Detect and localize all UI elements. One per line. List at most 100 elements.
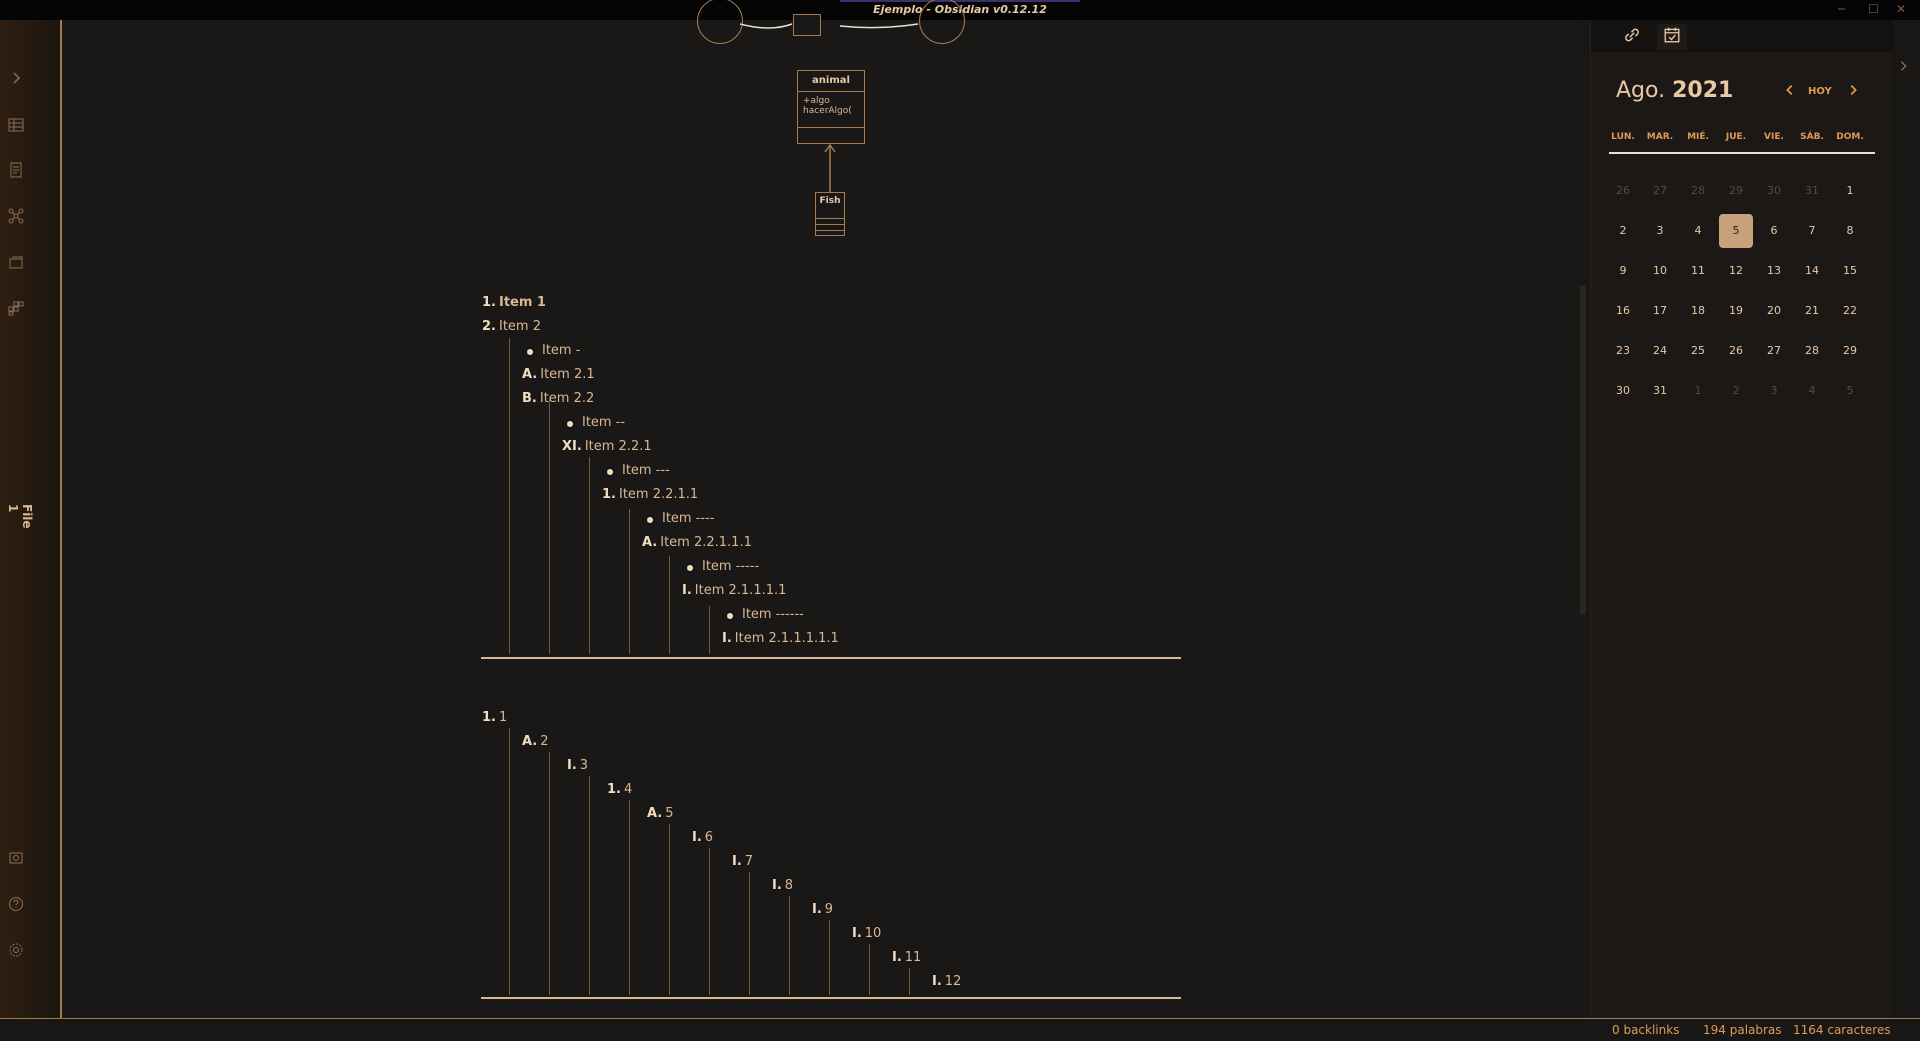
list-item[interactable]: I. 3 — [567, 758, 588, 773]
settings-icon[interactable] — [6, 940, 26, 960]
uml-member: hacerAlgo( — [803, 106, 852, 116]
list-item[interactable]: I. 7 — [732, 854, 753, 869]
calendar-day[interactable]: 1 — [1681, 374, 1715, 408]
calendar-day[interactable]: 5 — [1833, 374, 1867, 408]
plugins-icon[interactable] — [6, 298, 26, 318]
list-item[interactable]: A. 5 — [647, 806, 674, 821]
calendar-day[interactable]: 1 — [1833, 174, 1867, 208]
list-item-text: 7 — [744, 854, 754, 869]
previous-month-button[interactable] — [1783, 82, 1797, 101]
calendar-day[interactable]: 8 — [1833, 214, 1867, 248]
calendar-day[interactable]: 4 — [1681, 214, 1715, 248]
graph-icon[interactable] — [6, 206, 26, 226]
close-button[interactable]: ✕ — [1896, 2, 1906, 16]
list-item[interactable]: A. Item 2.2.1.1.1 — [642, 535, 752, 550]
list-bullet — [527, 349, 533, 355]
list-item[interactable]: Item -- — [582, 415, 625, 430]
calendar-day[interactable]: 27 — [1757, 334, 1791, 368]
calendar-day[interactable]: 27 — [1643, 174, 1677, 208]
list-item[interactable]: Item ------ — [742, 607, 804, 622]
calendar-day[interactable]: 2 — [1719, 374, 1753, 408]
list-item[interactable]: B. Item 2.2 — [522, 391, 594, 406]
calendar-day[interactable]: 23 — [1606, 334, 1640, 368]
calendar-day[interactable]: 25 — [1681, 334, 1715, 368]
list-item[interactable]: I. 12 — [932, 974, 961, 989]
table-icon[interactable] — [6, 115, 26, 135]
next-month-button[interactable] — [1846, 82, 1860, 101]
calendar-day[interactable]: 2 — [1606, 214, 1640, 248]
calendar-day[interactable]: 29 — [1719, 174, 1753, 208]
calendar-day[interactable]: 15 — [1833, 254, 1867, 288]
list-item[interactable]: Item - — [542, 343, 580, 358]
list-item[interactable]: I. 6 — [692, 830, 713, 845]
list-item[interactable]: I. 10 — [852, 926, 881, 941]
list-item[interactable]: I. Item 2.1.1.1.1 — [682, 583, 786, 598]
list-item[interactable]: 1. 4 — [607, 782, 632, 797]
list-item[interactable]: Item --- — [622, 463, 670, 478]
collapse-right-sidebar-icon[interactable] — [1898, 58, 1910, 77]
calendar-day[interactable]: 31 — [1795, 174, 1829, 208]
list-item[interactable]: 1. Item 1 — [482, 295, 546, 310]
calendar-day[interactable]: 17 — [1643, 294, 1677, 328]
calendar-day[interactable]: 10 — [1643, 254, 1677, 288]
calendar-day[interactable]: 21 — [1795, 294, 1829, 328]
calendar-day[interactable]: 13 — [1757, 254, 1791, 288]
tab-calendar[interactable] — [1657, 24, 1687, 50]
editor-scrollbar[interactable] — [1580, 285, 1586, 615]
document-icon[interactable] — [6, 160, 26, 180]
calendar-day[interactable]: 28 — [1681, 174, 1715, 208]
horizontal-rule — [481, 657, 1181, 659]
calendar-day[interactable]: 11 — [1681, 254, 1715, 288]
cards-icon[interactable] — [6, 252, 26, 272]
list-item-text: Item 2.1.1.1.1.1 — [734, 631, 839, 646]
calendar-day[interactable]: 29 — [1833, 334, 1867, 368]
vault-icon[interactable] — [6, 848, 26, 868]
list-item[interactable]: A. Item 2.1 — [522, 367, 595, 382]
today-button[interactable]: HOY — [1808, 86, 1832, 97]
calendar-day[interactable]: 30 — [1757, 174, 1791, 208]
weekday-label: LUN. — [1611, 132, 1635, 142]
calendar-day[interactable]: 14 — [1795, 254, 1829, 288]
list-marker: 1. — [482, 295, 496, 310]
calendar-day[interactable]: 4 — [1795, 374, 1829, 408]
calendar-day[interactable]: 9 — [1606, 254, 1640, 288]
list-item[interactable]: 1. Item 2.2.1.1 — [602, 487, 698, 502]
calendar-day-today[interactable]: 5 — [1719, 214, 1753, 248]
minimize-button[interactable]: ─ — [1838, 2, 1845, 16]
calendar-day[interactable]: 7 — [1795, 214, 1829, 248]
list-item[interactable]: 1. 1 — [482, 710, 507, 725]
calendar-day[interactable]: 6 — [1757, 214, 1791, 248]
list-item[interactable]: 2. Item 2 — [482, 319, 541, 334]
list-item[interactable]: I. Item 2.1.1.1.1.1 — [722, 631, 839, 646]
calendar-day[interactable]: 24 — [1643, 334, 1677, 368]
editor-pane[interactable]: animal +algo hacerAlgo( Fish 1. Item 1 2. I… — [62, 0, 1580, 1018]
list-item[interactable]: A. 2 — [522, 734, 549, 749]
calendar-day[interactable]: 3 — [1643, 214, 1677, 248]
calendar-day[interactable]: 30 — [1606, 374, 1640, 408]
file-tab-label[interactable]: File 1 — [6, 504, 34, 530]
list-item[interactable]: Item ---- — [662, 511, 715, 526]
calendar-day[interactable]: 3 — [1757, 374, 1791, 408]
list-marker: I. — [567, 758, 577, 773]
calendar-day[interactable]: 22 — [1833, 294, 1867, 328]
tab-backlinks[interactable] — [1617, 24, 1647, 50]
calendar-day[interactable]: 31 — [1643, 374, 1677, 408]
calendar-day[interactable]: 20 — [1757, 294, 1791, 328]
list-item[interactable]: I. 8 — [772, 878, 793, 893]
list-item[interactable]: XI. Item 2.2.1 — [562, 439, 652, 454]
calendar-day[interactable]: 18 — [1681, 294, 1715, 328]
calendar-day[interactable]: 19 — [1719, 294, 1753, 328]
calendar-day[interactable]: 26 — [1606, 174, 1640, 208]
maximize-button[interactable]: ☐ — [1868, 2, 1879, 16]
calendar-day[interactable]: 16 — [1606, 294, 1640, 328]
list-item[interactable]: Item ----- — [702, 559, 759, 574]
calendar-day[interactable]: 28 — [1795, 334, 1829, 368]
list-item[interactable]: I. 11 — [892, 950, 921, 965]
help-icon[interactable] — [6, 894, 26, 914]
calendar-day[interactable]: 26 — [1719, 334, 1753, 368]
calendar-day[interactable]: 12 — [1719, 254, 1753, 288]
backlinks-count[interactable]: 0 backlinks — [1612, 1023, 1679, 1037]
inheritance-arrow — [824, 143, 836, 194]
list-item[interactable]: I. 9 — [812, 902, 833, 917]
expand-sidebar-icon[interactable] — [6, 68, 26, 88]
